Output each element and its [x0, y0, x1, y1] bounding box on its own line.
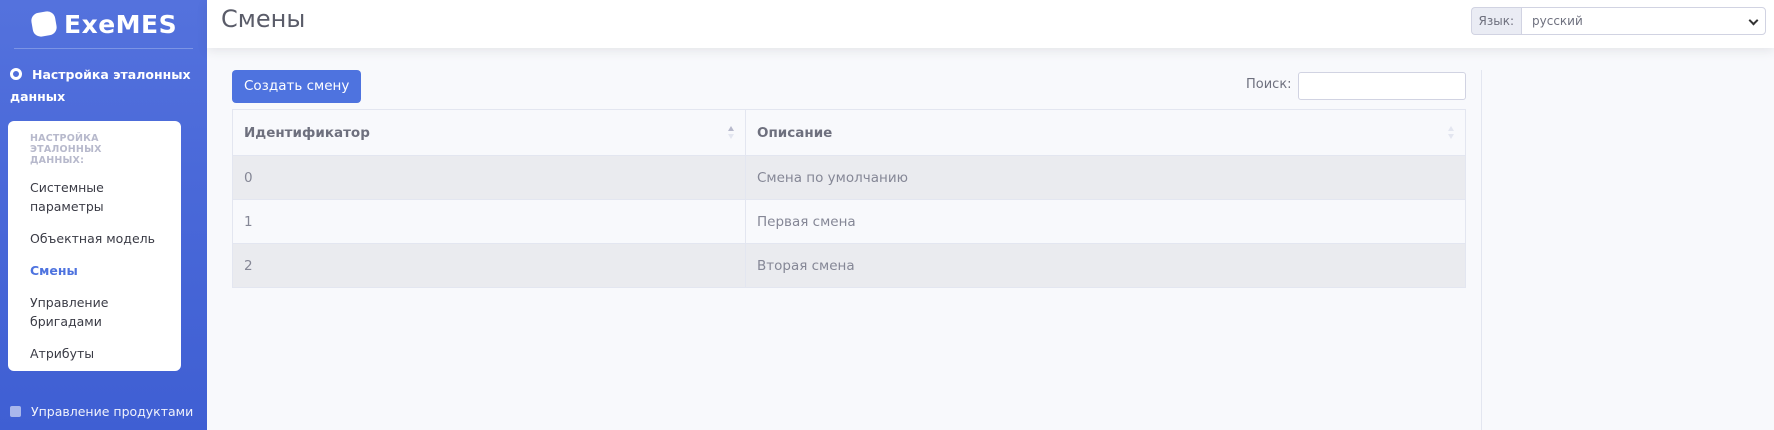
cell-id: 1	[232, 199, 746, 244]
table-row[interactable]: 2 Вторая смена	[232, 243, 1466, 288]
column-header-id[interactable]: Идентификатор	[232, 109, 746, 156]
sidebar-section-reference-data[interactable]: Настройка эталонных данных	[10, 64, 195, 108]
sidebar-item-object-model[interactable]: Объектная модель	[8, 229, 181, 248]
create-shift-button[interactable]: Создать смену	[232, 70, 362, 103]
column-header-label: Идентификатор	[244, 124, 370, 141]
sidebar-item-shifts[interactable]: Смены	[8, 261, 181, 280]
search-input[interactable]	[1298, 72, 1466, 100]
cell-id: 0	[232, 155, 746, 200]
language-select[interactable]: русский	[1521, 7, 1766, 35]
content-divider	[1481, 70, 1482, 430]
sidebar-item-product-management[interactable]: Управление продуктами	[10, 402, 193, 422]
sort-icon	[728, 126, 734, 140]
sidebar-item-crew-management[interactable]: Управление бригадами	[8, 293, 181, 331]
gear-icon	[10, 68, 22, 80]
shifts-table: Идентификатор Описание 0 Смена по умолча…	[232, 109, 1466, 288]
brand-logo-icon	[30, 10, 58, 38]
sort-icon	[1448, 126, 1454, 140]
language-label: Язык:	[1470, 7, 1521, 35]
brand-name: ExeMES	[64, 9, 178, 39]
brand-link[interactable]: ExeMES	[0, 0, 207, 48]
column-header-label: Описание	[757, 124, 833, 141]
table-header-row: Идентификатор Описание	[232, 109, 1466, 156]
cell-description: Смена по умолчанию	[745, 155, 1466, 200]
cell-id: 2	[232, 243, 746, 288]
sidebar-submenu: НАСТРОЙКА ЭТАЛОННЫХ ДАННЫХ: Системные па…	[8, 121, 181, 371]
sidebar-item-label: Управление продуктами	[31, 404, 194, 419]
cell-description: Первая смена	[745, 199, 1466, 244]
search-label: Поиск:	[1246, 77, 1292, 92]
sidebar-item-attributes[interactable]: Атрибуты	[8, 344, 181, 363]
topbar: Смены Язык: русский	[207, 0, 1774, 48]
table-row[interactable]: 0 Смена по умолчанию	[232, 155, 1466, 200]
table-row[interactable]: 1 Первая смена	[232, 199, 1466, 244]
language-value: русский	[1532, 14, 1583, 28]
column-header-description[interactable]: Описание	[745, 109, 1466, 156]
product-icon	[10, 406, 21, 417]
sidebar-item-system-parameters[interactable]: Системные параметры	[8, 178, 181, 216]
chevron-down-icon	[1748, 15, 1759, 26]
sidebar-section-label: Настройка эталонных данных	[10, 67, 191, 104]
sidebar: ExeMES Настройка эталонных данных НАСТРО…	[0, 0, 207, 430]
page-title: Смены	[221, 5, 306, 33]
language-selector: Язык: русский	[1470, 7, 1766, 35]
submenu-header: НАСТРОЙКА ЭТАЛОННЫХ ДАННЫХ:	[30, 133, 102, 166]
sidebar-divider	[14, 48, 193, 49]
cell-description: Вторая смена	[745, 243, 1466, 288]
